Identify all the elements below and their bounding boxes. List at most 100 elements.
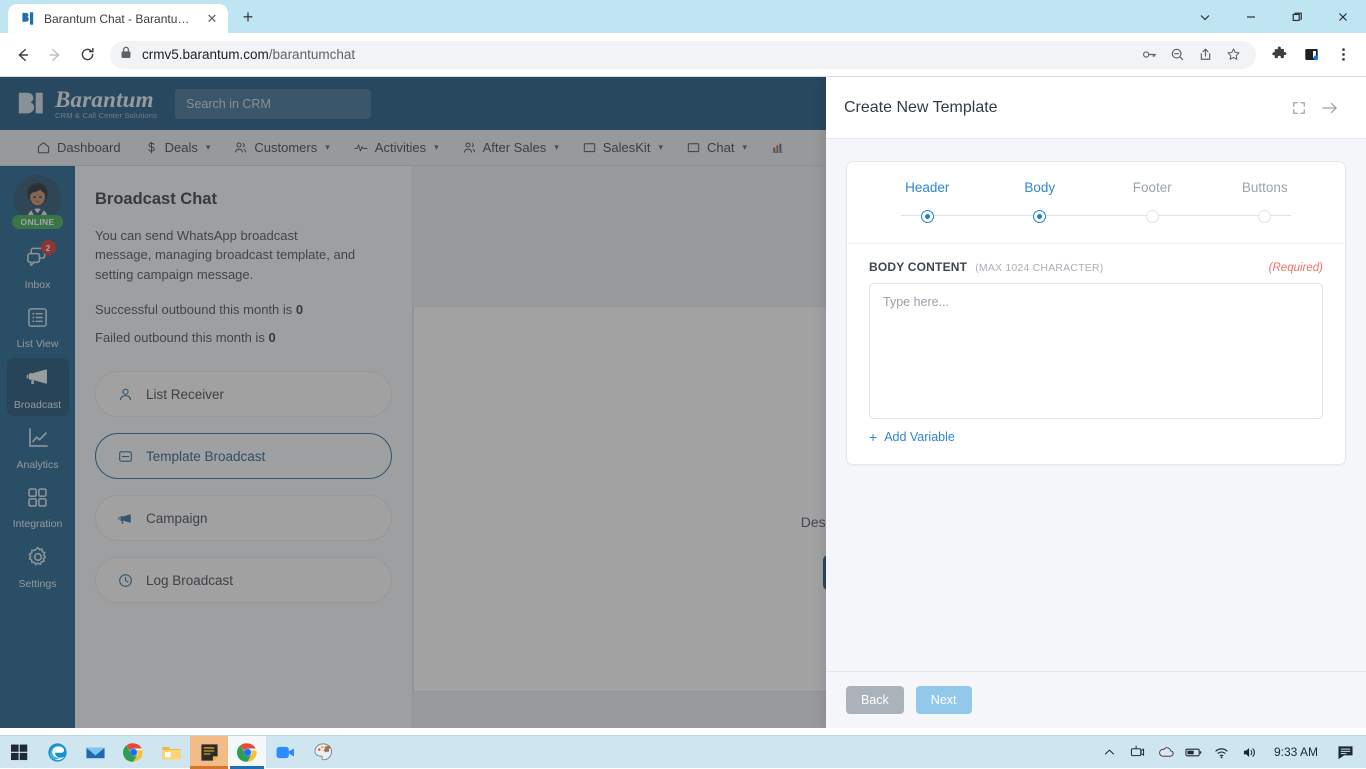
share-icon[interactable]	[1192, 42, 1218, 68]
add-variable-button[interactable]: + Add Variable	[869, 430, 1323, 444]
stat-failed-outbound: Failed outbound this month is 0	[95, 330, 392, 345]
zoom-out-icon[interactable]	[1164, 42, 1190, 68]
forward-arrow-icon[interactable]	[40, 40, 70, 70]
step-dot-buttons[interactable]	[1258, 210, 1271, 223]
side-panel-icon[interactable]	[1296, 40, 1326, 70]
sticky-notes-icon[interactable]	[190, 736, 228, 769]
paint-icon[interactable]	[304, 736, 342, 769]
stat-label: Successful outbound this month is	[95, 302, 292, 317]
chevron-down-icon[interactable]	[1182, 0, 1228, 33]
back-arrow-icon[interactable]	[8, 40, 38, 70]
sidebar-item-label: Settings	[19, 578, 57, 590]
key-icon[interactable]	[1136, 42, 1162, 68]
step-dot-wrap-body	[984, 209, 1097, 223]
clock-icon	[118, 573, 133, 588]
minimize-icon[interactable]	[1228, 0, 1274, 33]
back-button[interactable]: Back	[846, 686, 904, 714]
broadcast-item-list-receiver[interactable]: List Receiver	[95, 371, 392, 417]
zoom-icon[interactable]	[266, 736, 304, 769]
barantum-logo-icon	[20, 11, 36, 27]
nav-item-after-sales[interactable]: After Sales ▾	[451, 130, 571, 166]
sidebar-item-analytics[interactable]: Analytics	[7, 419, 69, 476]
extensions-puzzle-icon[interactable]	[1264, 40, 1294, 70]
bookmark-star-icon[interactable]	[1220, 42, 1246, 68]
line-chart-icon	[26, 426, 50, 455]
nav-label: Chat	[707, 140, 734, 155]
reload-icon[interactable]	[72, 40, 102, 70]
megaphone-icon	[25, 365, 50, 395]
step-label: Header	[871, 180, 984, 195]
file-explorer-icon[interactable]	[152, 736, 190, 769]
step-dot-body[interactable]	[1033, 210, 1046, 223]
expand-icon[interactable]	[1284, 93, 1314, 123]
stat-label: Failed outbound this month is	[95, 330, 265, 345]
avatar[interactable]: ONLINE	[14, 175, 61, 222]
next-button[interactable]: Next	[916, 686, 972, 714]
step-dot-header[interactable]	[921, 210, 934, 223]
battery-icon[interactable]	[1182, 736, 1206, 769]
wifi-icon[interactable]	[1210, 736, 1234, 769]
address-bar[interactable]: crmv5.barantum.com/barantumchat	[110, 41, 1256, 69]
nav-label: Deals	[165, 140, 198, 155]
nav-item-customers[interactable]: Customers ▾	[222, 130, 341, 166]
action-center-icon[interactable]	[1330, 736, 1360, 769]
search-input[interactable]: Search in CRM	[175, 89, 371, 119]
step-header[interactable]: Header	[871, 180, 984, 209]
window-close-icon[interactable]	[1320, 0, 1366, 33]
body-content-field: BODY CONTENT (MAX 1024 CHARACTER) (Requi…	[847, 244, 1345, 464]
chrome-icon[interactable]	[228, 736, 266, 769]
sidebar-item-list-view[interactable]: List View	[7, 299, 69, 355]
nav-label: Activities	[375, 140, 426, 155]
body-content-header: BODY CONTENT (MAX 1024 CHARACTER) (Requi…	[869, 260, 1323, 274]
app-brand[interactable]: Barantum CRM & Call Center Solutions	[16, 88, 157, 120]
onedrive-cloud-icon[interactable]	[1154, 736, 1178, 769]
show-hidden-icons-chevron[interactable]	[1098, 736, 1122, 769]
step-body[interactable]: Body	[984, 180, 1097, 209]
chrome-menu-icon[interactable]	[1328, 40, 1358, 70]
screen-share-icon[interactable]	[1126, 736, 1150, 769]
window-controls	[1182, 0, 1366, 33]
sidebar-item-settings[interactable]: Settings	[7, 538, 69, 595]
nav-item-report[interactable]	[759, 130, 804, 166]
grid-icon	[26, 486, 49, 514]
nav-label: Customers	[254, 140, 317, 155]
chrome-icon[interactable]	[114, 736, 152, 769]
arrow-right-icon[interactable]	[1314, 93, 1344, 123]
maximize-icon[interactable]	[1274, 0, 1320, 33]
barantum-logo-icon	[16, 89, 46, 119]
taskbar-clock[interactable]: 9:33 AM	[1266, 745, 1326, 759]
sidebar-item-label: Inbox	[25, 279, 51, 291]
field-label: BODY CONTENT	[869, 260, 967, 274]
step-footer[interactable]: Footer	[1096, 180, 1209, 209]
volume-icon[interactable]	[1238, 736, 1262, 769]
browser-tab-title: Barantum Chat - Barantum CRM	[44, 12, 196, 26]
chevron-down-icon: ▾	[206, 142, 211, 153]
broadcast-item-campaign[interactable]: Campaign	[95, 495, 392, 541]
step-label: Buttons	[1209, 180, 1322, 195]
body-content-textarea[interactable]: Type here...	[869, 283, 1323, 419]
nav-item-saleskit[interactable]: SalesKit ▾	[571, 130, 675, 166]
step-dot-wrap-buttons	[1209, 209, 1322, 223]
broadcast-item-template-broadcast[interactable]: Template Broadcast	[95, 433, 392, 479]
sidebar-item-inbox[interactable]: 2 Inbox	[7, 238, 69, 296]
new-tab-button[interactable]: +	[234, 3, 262, 31]
step-buttons[interactable]: Buttons	[1209, 180, 1322, 209]
mail-icon[interactable]	[76, 736, 114, 769]
nav-item-chat[interactable]: Chat ▾	[675, 130, 759, 166]
broadcast-item-label: Log Broadcast	[146, 573, 233, 588]
sidebar-item-broadcast[interactable]: Broadcast	[7, 358, 69, 416]
broadcast-item-log-broadcast[interactable]: Log Broadcast	[95, 557, 392, 603]
sidebar-item-integration[interactable]: Integration	[7, 479, 69, 535]
nav-item-dashboard[interactable]: Dashboard	[25, 130, 133, 166]
nav-item-activities[interactable]: Activities ▾	[342, 130, 451, 166]
page-title: Broadcast Chat	[95, 190, 392, 209]
browser-tab[interactable]: Barantum Chat - Barantum CRM ✕	[8, 4, 228, 33]
add-variable-label: Add Variable	[884, 430, 955, 444]
close-icon[interactable]: ✕	[204, 11, 220, 27]
nav-item-deals[interactable]: Deals ▾	[133, 130, 223, 166]
step-dot-wrap-header	[871, 209, 984, 223]
edge-icon[interactable]	[38, 736, 76, 769]
step-dot-footer[interactable]	[1146, 210, 1159, 223]
broadcast-item-label: List Receiver	[146, 387, 224, 402]
windows-start-icon[interactable]	[0, 736, 38, 769]
